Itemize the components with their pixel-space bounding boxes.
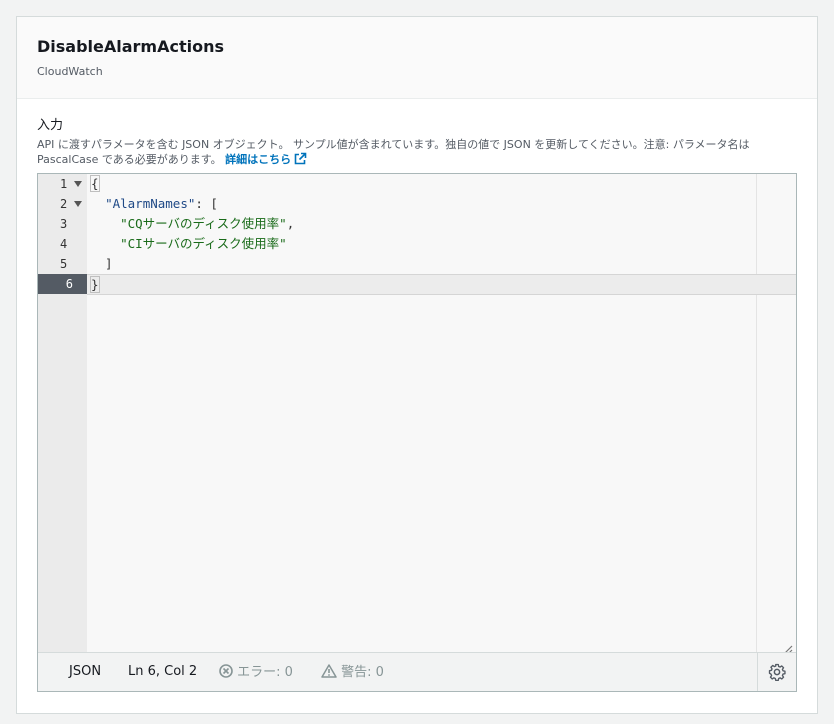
description-text: API に渡すパラメータを含む JSON オブジェクト。 サンプル値が含まれてい… <box>37 138 750 166</box>
json-code-editor[interactable]: 1 2 3 4 5 6 { "AlarmNames": [ "CQサーバのディス… <box>37 173 797 692</box>
editor-status-bar: JSON Ln 6, Col 2 エラー: 0 警告: 0 <box>38 652 796 691</box>
gear-icon <box>768 663 786 681</box>
code-line-4: "CIサーバのディスク使用率" <box>120 236 287 251</box>
code-line-1: { <box>90 175 100 192</box>
warning-icon <box>321 664 337 678</box>
editor-text-area[interactable]: { "AlarmNames": [ "CQサーバのディスク使用率", "CIサー… <box>87 174 796 655</box>
panel-header: DisableAlarmActions CloudWatch <box>17 17 817 99</box>
code-line-2: "AlarmNames": [ <box>105 196 218 211</box>
input-description: API に渡すパラメータを含む JSON オブジェクト。 サンプル値が含まれてい… <box>37 137 797 169</box>
error-count-text: エラー: 0 <box>237 665 293 680</box>
action-panel: DisableAlarmActions CloudWatch 入力 API に渡… <box>16 16 818 714</box>
line-number-6-active: 6 <box>38 274 87 294</box>
service-name: CloudWatch <box>37 65 103 78</box>
language-mode: JSON <box>69 664 102 679</box>
input-label: 入力 <box>37 118 64 133</box>
editor-settings-button[interactable] <box>757 653 796 691</box>
code-line-5: ] <box>90 256 113 271</box>
line-number-2: 2 <box>38 194 87 214</box>
warning-count[interactable]: 警告: 0 <box>321 664 384 681</box>
editor-gutter: 1 2 3 4 5 6 <box>38 174 87 654</box>
line-number-1: 1 <box>38 174 87 194</box>
learn-more-link[interactable]: 詳細はこちら <box>225 152 307 169</box>
fold-toggle-icon[interactable] <box>74 181 82 187</box>
fold-toggle-icon[interactable] <box>74 201 82 207</box>
cursor-position: Ln 6, Col 2 <box>128 664 198 679</box>
error-icon <box>219 664 233 678</box>
line-number-5: 5 <box>60 257 68 271</box>
code-line-3: "CQサーバのディスク使用率", <box>120 216 295 231</box>
line-number-3: 3 <box>60 217 68 231</box>
learn-more-link-text: 詳細はこちら <box>225 153 292 166</box>
external-link-icon <box>294 152 307 169</box>
code-line-6-active: } <box>87 274 796 295</box>
action-title: DisableAlarmActions <box>37 37 225 56</box>
error-count[interactable]: エラー: 0 <box>219 664 293 681</box>
line-number-4: 4 <box>60 237 68 251</box>
panel-body: 入力 API に渡すパラメータを含む JSON オブジェクト。 サンプル値が含ま… <box>17 99 817 169</box>
warning-count-text: 警告: 0 <box>341 665 384 680</box>
